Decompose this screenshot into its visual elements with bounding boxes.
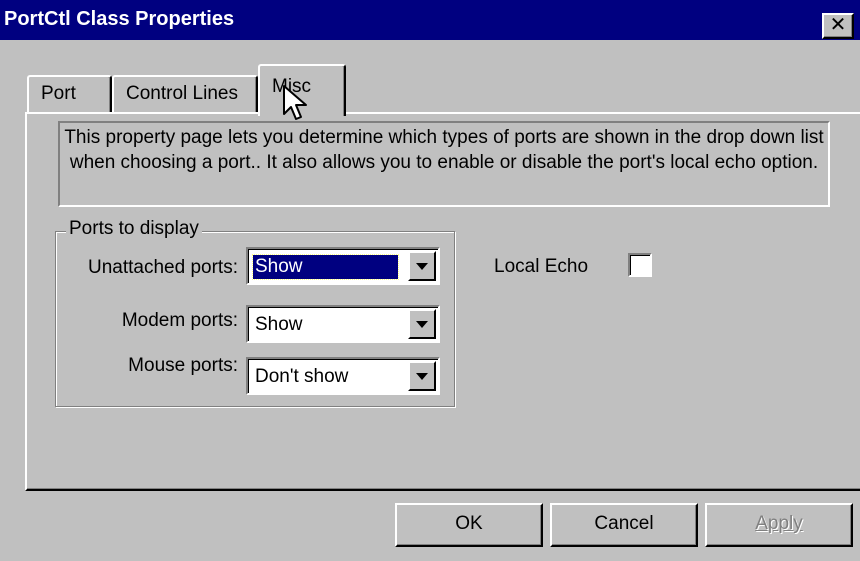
- unattached-ports-select[interactable]: Show: [246, 247, 440, 285]
- cancel-button[interactable]: Cancel: [550, 503, 698, 547]
- ok-button[interactable]: OK: [395, 503, 543, 547]
- local-echo-checkbox[interactable]: [628, 253, 652, 277]
- ok-button-label: OK: [455, 513, 483, 534]
- tab-control-lines[interactable]: Control Lines: [112, 75, 258, 114]
- modem-ports-label: Modem ports:: [121, 310, 238, 331]
- ports-group-label: Ports to display: [66, 218, 202, 240]
- chevron-down-icon[interactable]: [408, 309, 436, 339]
- tab-port[interactable]: Port: [27, 75, 112, 114]
- description-text: This property page lets you determine wh…: [58, 121, 830, 207]
- tab-control-lines-label: Control Lines: [126, 83, 238, 104]
- title-bar[interactable]: PortCtl Class Properties ✕: [0, 0, 860, 40]
- close-icon: ✕: [829, 14, 847, 36]
- modem-ports-select[interactable]: Show: [246, 305, 440, 343]
- unattached-ports-label: Unattached ports:: [88, 257, 238, 278]
- modem-ports-value: Show: [255, 314, 303, 335]
- mouse-pointer-icon: [283, 85, 307, 120]
- local-echo-label: Local Echo: [494, 256, 589, 277]
- mouse-ports-label: Mouse ports:: [128, 355, 238, 376]
- window-title: PortCtl Class Properties: [4, 8, 235, 30]
- apply-button[interactable]: Apply: [705, 503, 853, 547]
- chevron-down-icon[interactable]: [408, 361, 436, 391]
- apply-button-label: Apply: [755, 513, 803, 534]
- cancel-button-label: Cancel: [594, 513, 654, 534]
- tab-port-label: Port: [41, 83, 76, 104]
- unattached-ports-value: Show: [252, 254, 399, 280]
- mouse-ports-select[interactable]: Don't show: [246, 357, 440, 395]
- dialog-window: PortCtl Class Properties ✕ Port Control …: [0, 0, 860, 561]
- chevron-down-icon[interactable]: [408, 251, 436, 281]
- close-button[interactable]: ✕: [822, 13, 854, 39]
- mouse-ports-value: Don't show: [255, 366, 349, 387]
